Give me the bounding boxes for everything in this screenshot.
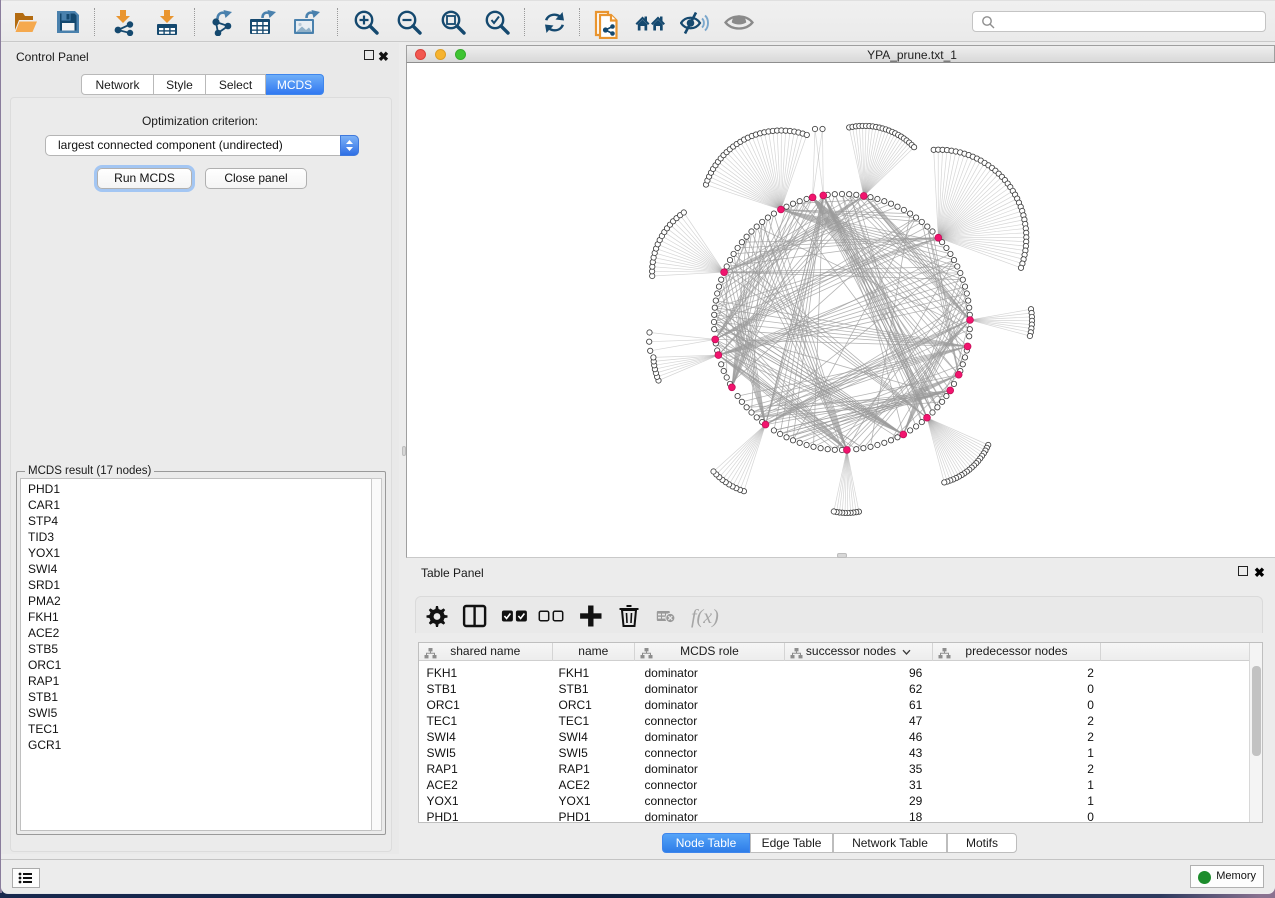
svg-text:f(x): f(x) bbox=[691, 606, 719, 628]
